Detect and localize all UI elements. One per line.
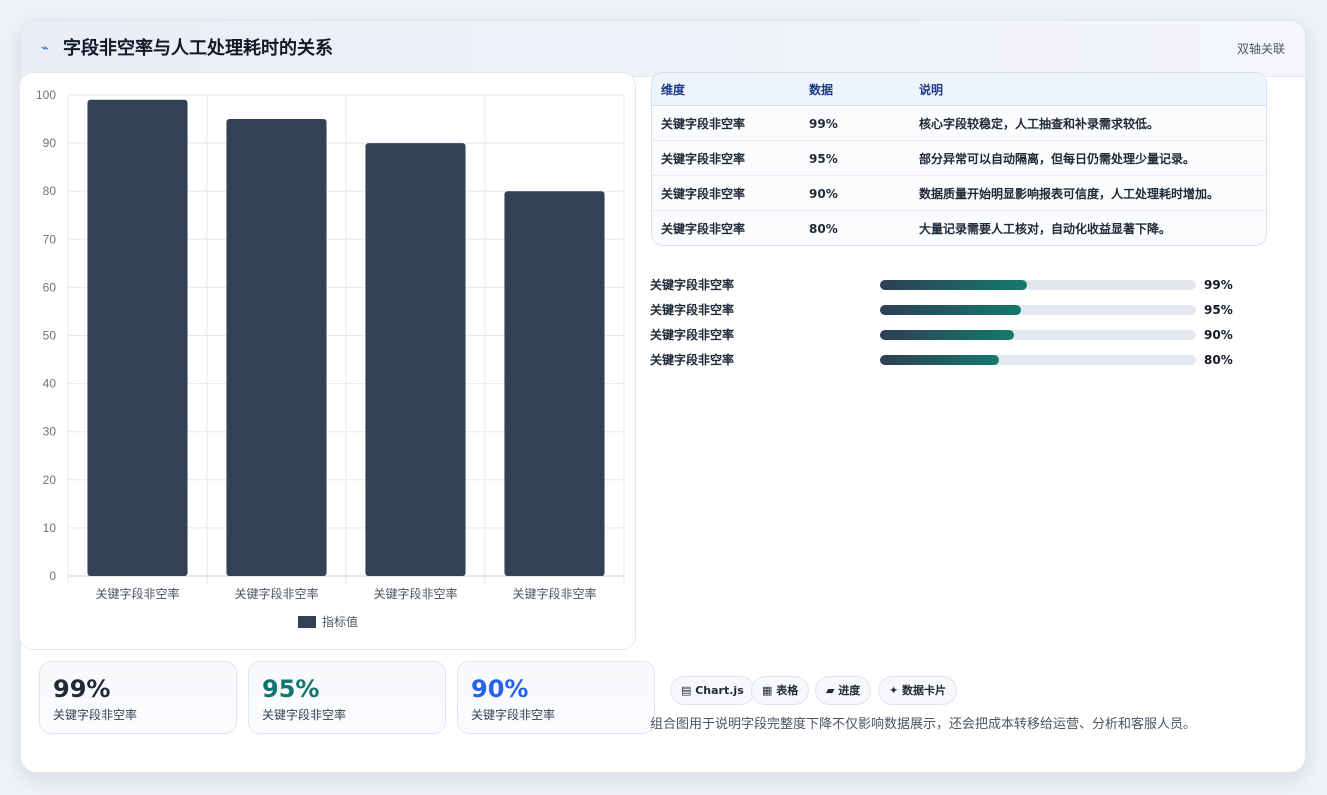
table-cell: 95%	[809, 152, 838, 166]
bar-chart-panel: 0 10 20 30 40 50 60 70 80 90 100 关键字段非空率 关键字段非空率 关键字段…	[19, 72, 636, 650]
y-tick-label: 30	[43, 425, 57, 439]
lightning-icon: ⌁	[41, 41, 49, 56]
progress-fill	[880, 305, 1021, 315]
x-tick-label: 关键字段非空率	[373, 586, 457, 601]
y-tick-label: 20	[43, 473, 57, 487]
progress-track	[880, 355, 1196, 365]
chart-icon: ▤	[681, 684, 696, 697]
y-tick-label: 90	[43, 136, 57, 150]
y-tick-label: 40	[43, 377, 57, 391]
chip-label: 进度	[838, 684, 861, 697]
table-cell: 大量记录需要人工核对，自动化收益显著下降。	[919, 222, 1172, 236]
x-tick-label: 关键字段非空率	[95, 586, 179, 601]
bar	[504, 191, 605, 576]
chip-data-card[interactable]: ✦ 数据卡片	[878, 676, 958, 705]
table-cell: 关键字段非空率	[661, 187, 746, 201]
table-row: 关键字段非空率 99% 核心字段较稳定，人工抽查和补录需求较低。	[652, 106, 1266, 141]
chip-label: 数据卡片	[902, 684, 947, 697]
chip-progress[interactable]: ▰ 进度	[815, 676, 872, 705]
progress-track	[880, 305, 1196, 315]
stat-card-2: 95% 关键字段非空率	[248, 661, 446, 734]
progress-row: 关键字段非空率 99%	[650, 276, 1270, 294]
legend-swatch	[298, 616, 316, 628]
y-tick-label: 50	[43, 329, 57, 343]
chip-chartjs[interactable]: ▤ Chart.js	[670, 676, 755, 705]
card-header: ⌁ 字段非空率与人工处理耗时的关系 双轴关联	[21, 21, 1305, 77]
table-header: 维度 数据 说明	[652, 73, 1266, 106]
y-tick-label: 100	[36, 88, 56, 102]
table-row: 关键字段非空率 80% 大量记录需要人工核对，自动化收益显著下降。	[652, 211, 1266, 245]
progress-label: 关键字段非空率	[650, 303, 735, 317]
stat-card-3: 90% 关键字段非空率	[457, 661, 655, 734]
progress-label: 关键字段非空率	[650, 328, 735, 342]
stat-label: 关键字段非空率	[262, 708, 347, 722]
table-cell: 80%	[809, 222, 838, 236]
chip-label: Chart.js	[695, 684, 744, 697]
progress-track	[880, 280, 1196, 290]
progress-fill	[880, 330, 1014, 340]
progress-track	[880, 330, 1196, 340]
bar	[87, 99, 188, 576]
stat-card-1: 99% 关键字段非空率	[39, 661, 237, 734]
x-tick-label: 关键字段非空率	[512, 586, 596, 601]
bar	[226, 119, 327, 577]
progress-row: 关键字段非空率 80%	[650, 351, 1270, 369]
progress-label: 关键字段非空率	[650, 353, 735, 367]
y-tick-label: 10	[43, 521, 57, 535]
table-cell: 关键字段非空率	[661, 117, 746, 131]
column-header: 数据	[809, 83, 834, 97]
y-tick-label: 0	[49, 569, 56, 583]
chart-note: 组合图用于说明字段完整度下降不仅影响数据展示，还会把成本转移给运营、分析和客服人…	[650, 717, 1197, 732]
y-tick-label: 80	[43, 184, 57, 198]
stat-value: 90%	[471, 675, 529, 703]
progress-value: 99%	[1204, 278, 1233, 292]
progress-value: 95%	[1204, 303, 1233, 317]
table-row: 关键字段非空率 95% 部分异常可以自动隔离，但每日仍需处理少量记录。	[652, 141, 1266, 176]
bar	[365, 143, 466, 576]
progress-row: 关键字段非空率 90%	[650, 326, 1270, 344]
progress-icon: ▰	[826, 684, 839, 697]
column-header: 维度	[661, 83, 686, 97]
bar-chart: 0 10 20 30 40 50 60 70 80 90 100 关键字段非空率 关键字段非空率 关键字段…	[36, 88, 625, 629]
table-cell: 99%	[809, 117, 838, 131]
chip-label: 表格	[776, 684, 799, 697]
y-tick-label: 70	[43, 232, 57, 246]
header-badge: 双轴关联	[1236, 42, 1285, 56]
page-title: 字段非空率与人工处理耗时的关系	[63, 38, 333, 59]
progress-value: 80%	[1204, 353, 1233, 367]
table-cell: 关键字段非空率	[661, 152, 746, 166]
stat-label: 关键字段非空率	[471, 708, 556, 722]
chip-table[interactable]: ▦ 表格	[751, 676, 810, 705]
y-tick-label: 60	[43, 280, 57, 294]
stat-value: 95%	[262, 675, 320, 703]
table-cell: 核心字段较稳定，人工抽查和补录需求较低。	[919, 117, 1160, 131]
table-row: 关键字段非空率 90% 数据质量开始明显影响报表可信度，人工处理耗时增加。	[652, 176, 1266, 211]
stat-label: 关键字段非空率	[53, 708, 138, 722]
progress-label: 关键字段非空率	[650, 278, 735, 292]
legend-label: 指标值	[322, 614, 358, 629]
table-cell: 90%	[809, 187, 838, 201]
stat-value: 99%	[53, 675, 111, 703]
progress-value: 90%	[1204, 328, 1233, 342]
table-cell: 关键字段非空率	[661, 222, 746, 236]
sparkle-icon: ✦	[889, 684, 903, 697]
column-header: 说明	[919, 83, 944, 97]
table-cell: 部分异常可以自动隔离，但每日仍需处理少量记录。	[919, 152, 1196, 166]
data-table: 维度 数据 说明 关键字段非空率 99% 核心字段较稳定，人工抽查和补录需求较低…	[651, 72, 1267, 246]
x-tick-label: 关键字段非空率	[234, 586, 318, 601]
table-icon: ▦	[762, 684, 777, 697]
table-cell: 数据质量开始明显影响报表可信度，人工处理耗时增加。	[919, 187, 1220, 201]
progress-fill	[880, 355, 999, 365]
progress-row: 关键字段非空率 95%	[650, 301, 1270, 319]
progress-fill	[880, 280, 1027, 290]
